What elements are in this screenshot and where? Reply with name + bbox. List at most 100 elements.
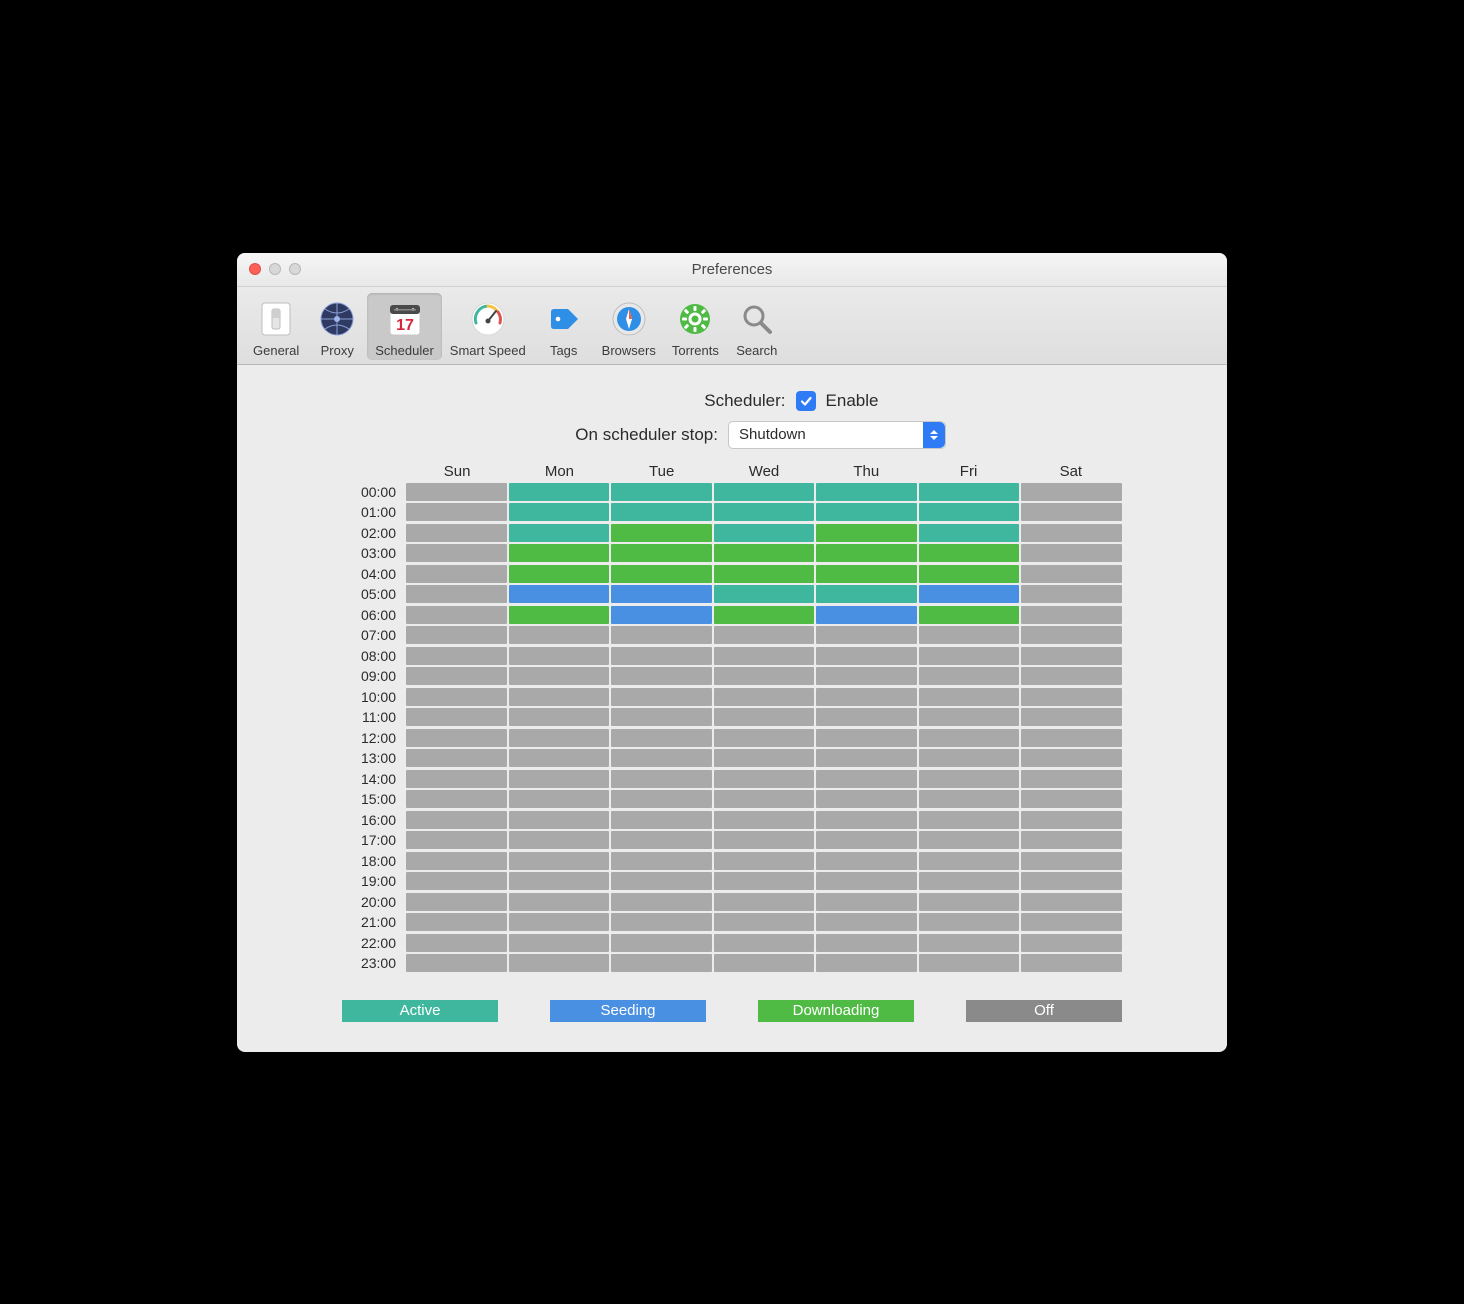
schedule-cell[interactable] xyxy=(714,852,815,870)
schedule-cell[interactable] xyxy=(406,831,507,849)
schedule-cell[interactable] xyxy=(611,852,712,870)
schedule-cell[interactable] xyxy=(714,831,815,849)
schedule-cell[interactable] xyxy=(611,708,712,726)
schedule-cell[interactable] xyxy=(919,544,1020,562)
schedule-cell[interactable] xyxy=(714,934,815,952)
schedule-cell[interactable] xyxy=(1021,524,1122,542)
schedule-cell[interactable] xyxy=(406,606,507,624)
schedule-cell[interactable] xyxy=(611,913,712,931)
schedule-cell[interactable] xyxy=(816,954,917,972)
schedule-cell[interactable] xyxy=(509,872,610,890)
tab-tags[interactable]: Tags xyxy=(534,293,594,360)
schedule-cell[interactable] xyxy=(919,954,1020,972)
tab-smart-speed[interactable]: Smart Speed xyxy=(442,293,534,360)
schedule-cell[interactable] xyxy=(919,503,1020,521)
schedule-cell[interactable] xyxy=(816,626,917,644)
schedule-cell[interactable] xyxy=(714,729,815,747)
schedule-cell[interactable] xyxy=(611,831,712,849)
schedule-cell[interactable] xyxy=(714,585,815,603)
schedule-cell[interactable] xyxy=(509,667,610,685)
schedule-cell[interactable] xyxy=(1021,688,1122,706)
schedule-cell[interactable] xyxy=(919,626,1020,644)
schedule-cell[interactable] xyxy=(919,647,1020,665)
schedule-cell[interactable] xyxy=(406,790,507,808)
schedule-cell[interactable] xyxy=(919,729,1020,747)
schedule-cell[interactable] xyxy=(919,524,1020,542)
schedule-cell[interactable] xyxy=(714,606,815,624)
legend-off[interactable]: Off xyxy=(966,1000,1122,1022)
schedule-cell[interactable] xyxy=(1021,708,1122,726)
schedule-cell[interactable] xyxy=(816,831,917,849)
schedule-cell[interactable] xyxy=(1021,852,1122,870)
schedule-cell[interactable] xyxy=(1021,626,1122,644)
legend-downloading[interactable]: Downloading xyxy=(758,1000,914,1022)
schedule-cell[interactable] xyxy=(611,811,712,829)
schedule-cell[interactable] xyxy=(406,544,507,562)
schedule-cell[interactable] xyxy=(1021,831,1122,849)
schedule-cell[interactable] xyxy=(919,811,1020,829)
schedule-cell[interactable] xyxy=(816,893,917,911)
schedule-cell[interactable] xyxy=(611,483,712,501)
enable-checkbox[interactable] xyxy=(796,391,816,411)
schedule-cell[interactable] xyxy=(611,585,712,603)
schedule-cell[interactable] xyxy=(406,913,507,931)
schedule-cell[interactable] xyxy=(816,729,917,747)
schedule-cell[interactable] xyxy=(611,626,712,644)
schedule-cell[interactable] xyxy=(509,913,610,931)
schedule-cell[interactable] xyxy=(816,565,917,583)
schedule-cell[interactable] xyxy=(919,483,1020,501)
schedule-cell[interactable] xyxy=(714,811,815,829)
schedule-cell[interactable] xyxy=(509,524,610,542)
schedule-cell[interactable] xyxy=(816,811,917,829)
schedule-cell[interactable] xyxy=(714,503,815,521)
schedule-cell[interactable] xyxy=(406,872,507,890)
schedule-cell[interactable] xyxy=(714,708,815,726)
schedule-cell[interactable] xyxy=(509,565,610,583)
schedule-cell[interactable] xyxy=(509,954,610,972)
schedule-cell[interactable] xyxy=(406,503,507,521)
schedule-cell[interactable] xyxy=(406,565,507,583)
schedule-cell[interactable] xyxy=(611,954,712,972)
schedule-cell[interactable] xyxy=(714,565,815,583)
schedule-cell[interactable] xyxy=(611,749,712,767)
schedule-cell[interactable] xyxy=(509,585,610,603)
on-stop-select[interactable]: Shutdown xyxy=(728,421,946,449)
schedule-cell[interactable] xyxy=(816,483,917,501)
schedule-cell[interactable] xyxy=(611,606,712,624)
schedule-cell[interactable] xyxy=(1021,544,1122,562)
schedule-cell[interactable] xyxy=(714,913,815,931)
schedule-cell[interactable] xyxy=(1021,811,1122,829)
schedule-cell[interactable] xyxy=(611,647,712,665)
schedule-cell[interactable] xyxy=(1021,503,1122,521)
schedule-cell[interactable] xyxy=(509,503,610,521)
schedule-cell[interactable] xyxy=(816,524,917,542)
schedule-cell[interactable] xyxy=(406,893,507,911)
schedule-cell[interactable] xyxy=(406,688,507,706)
schedule-cell[interactable] xyxy=(406,667,507,685)
schedule-cell[interactable] xyxy=(714,749,815,767)
schedule-cell[interactable] xyxy=(919,749,1020,767)
schedule-cell[interactable] xyxy=(509,749,610,767)
schedule-cell[interactable] xyxy=(714,770,815,788)
tab-scheduler[interactable]: 17 Scheduler xyxy=(367,293,442,360)
close-window-button[interactable] xyxy=(249,263,261,275)
schedule-cell[interactable] xyxy=(1021,647,1122,665)
schedule-cell[interactable] xyxy=(816,770,917,788)
schedule-cell[interactable] xyxy=(1021,872,1122,890)
legend-active[interactable]: Active xyxy=(342,1000,498,1022)
schedule-cell[interactable] xyxy=(1021,893,1122,911)
schedule-cell[interactable] xyxy=(919,585,1020,603)
schedule-cell[interactable] xyxy=(1021,606,1122,624)
schedule-cell[interactable] xyxy=(509,852,610,870)
schedule-cell[interactable] xyxy=(816,749,917,767)
schedule-cell[interactable] xyxy=(611,688,712,706)
schedule-cell[interactable] xyxy=(509,626,610,644)
schedule-cell[interactable] xyxy=(611,893,712,911)
schedule-cell[interactable] xyxy=(816,585,917,603)
schedule-cell[interactable] xyxy=(1021,729,1122,747)
schedule-cell[interactable] xyxy=(816,503,917,521)
titlebar[interactable]: Preferences xyxy=(237,253,1227,287)
schedule-cell[interactable] xyxy=(509,831,610,849)
schedule-cell[interactable] xyxy=(406,934,507,952)
schedule-cell[interactable] xyxy=(1021,954,1122,972)
